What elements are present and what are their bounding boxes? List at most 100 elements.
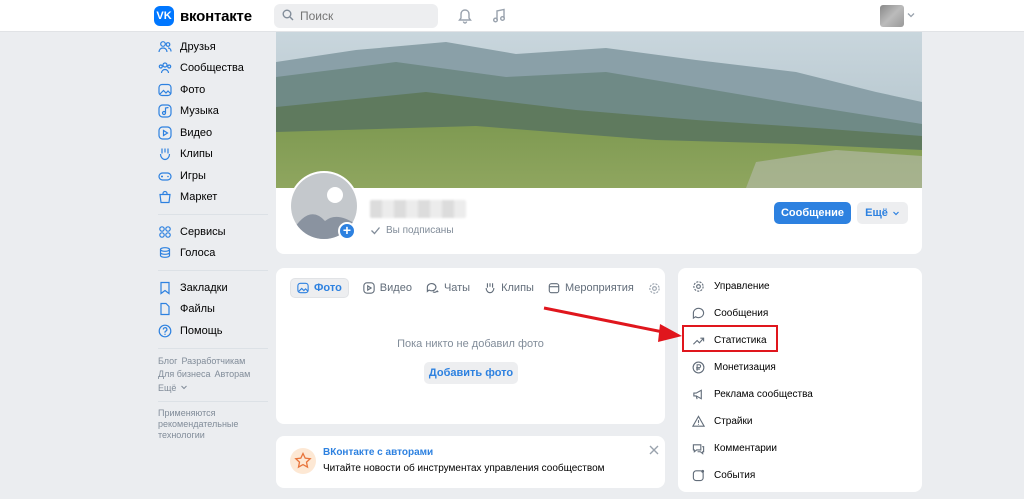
subscribed-label: Вы подписаны [386, 225, 454, 236]
search-input[interactable] [300, 9, 420, 23]
chevron-down-icon [181, 385, 188, 389]
recommendation-note[interactable]: Применяются рекомендательные технологии [158, 408, 268, 441]
megaphone-icon [693, 388, 702, 400]
more-button[interactable]: Ещё [857, 202, 908, 224]
sidebar-item-label: Файлы [180, 303, 215, 316]
sidebar-item-label: Фото [180, 83, 206, 96]
add-avatar-icon[interactable]: + [338, 222, 356, 240]
sidebar-item-label: Сервисы [180, 225, 226, 238]
chats-icon [426, 283, 439, 293]
footer-links: Блог Разработчикам Для бизнеса Авторам Ещё [158, 355, 268, 396]
reco-line: технологии [158, 430, 205, 440]
sidebar-item-communities[interactable]: Сообщества [158, 58, 268, 80]
tab-events[interactable]: Мероприятия [548, 278, 634, 298]
footer-link-business[interactable]: Для бизнеса [158, 369, 211, 379]
calendar-icon [548, 283, 560, 294]
sidebar-item-services[interactable]: Сервисы [158, 221, 268, 243]
menu-item-label: Комментарии [714, 442, 777, 454]
footer-more-label: Ещё [158, 382, 177, 393]
close-icon[interactable] [648, 444, 660, 456]
add-photo-button[interactable]: Добавить фото [424, 362, 518, 384]
sidebar-item-label: Помощь [180, 324, 223, 337]
menu-item-label: Управление [714, 280, 770, 292]
tab-label: Чаты [443, 282, 471, 294]
content-tabs: Фото Видео Чаты Клипы Мероприятия [290, 278, 661, 298]
menu-item-messages[interactable]: Сообщения [692, 304, 768, 322]
menu-item-management[interactable]: Управление [692, 277, 770, 295]
sidebar-item-market[interactable]: Маркет [158, 187, 268, 209]
sidebar-item-music[interactable]: Музыка [158, 101, 268, 123]
divider [158, 214, 268, 215]
menu-item-monetization[interactable]: Монетизация [692, 358, 776, 376]
promo-text: Читайте новости об инструментах управлен… [323, 463, 605, 474]
chevron-down-icon[interactable] [906, 9, 916, 19]
search-box[interactable] [274, 4, 438, 28]
ruble-icon [692, 361, 705, 373]
vk-logo-mark: VK [154, 6, 174, 26]
services-icon [159, 225, 171, 238]
star-icon [290, 448, 316, 474]
files-icon [160, 303, 170, 316]
reco-line: Применяются [158, 408, 216, 418]
message-button[interactable]: Сообщение [774, 202, 851, 224]
footer-link-developers[interactable]: Разработчикам [181, 356, 245, 366]
divider [158, 347, 268, 349]
menu-item-strikes[interactable]: Страйки [692, 412, 752, 430]
sidebar-item-games[interactable]: Игры [158, 165, 268, 187]
photo-icon [158, 83, 172, 96]
tabs-settings[interactable] [648, 278, 661, 298]
sidebar-item-clips[interactable]: Клипы [158, 144, 268, 166]
tab-label: Мероприятия [564, 282, 634, 294]
bell-icon[interactable] [456, 7, 474, 25]
check-icon [371, 227, 380, 235]
votes-icon [159, 247, 171, 259]
music-note-icon[interactable] [490, 7, 508, 25]
gear-icon [693, 280, 704, 292]
menu-item-label: Сообщения [714, 307, 769, 319]
menu-item-events[interactable]: События [692, 466, 755, 484]
footer-link-authors[interactable]: Авторам [215, 369, 251, 379]
reco-line: рекомендательные [158, 419, 239, 429]
left-navigation: Друзья Сообщества Фото Музыка Видео Клип… [158, 36, 268, 441]
sidebar-item-votes[interactable]: Голоса [158, 243, 268, 265]
divider [158, 270, 268, 271]
top-bar: VK вконтакте [0, 0, 1024, 32]
video-icon [363, 282, 375, 294]
market-icon [159, 191, 171, 204]
sidebar-item-video[interactable]: Видео [158, 122, 268, 144]
menu-item-comments[interactable]: Комментарии [692, 439, 777, 457]
games-icon [158, 172, 172, 181]
sidebar-item-label: Видео [180, 126, 213, 139]
music-icon [158, 104, 172, 118]
sidebar-item-friends[interactable]: Друзья [158, 36, 268, 58]
tab-photo[interactable]: Фото [290, 278, 349, 298]
tab-label: Видео [379, 282, 412, 294]
sidebar-item-label: Голоса [180, 247, 216, 260]
tab-chats[interactable]: Чаты [426, 278, 470, 298]
tab-video[interactable]: Видео [363, 278, 412, 298]
promo-title[interactable]: ВКонтакте с авторами [323, 447, 433, 458]
sidebar-item-photo[interactable]: Фото [158, 79, 268, 101]
sidebar-item-label: Друзья [180, 40, 216, 53]
footer-more[interactable]: Ещё [158, 382, 268, 396]
vk-logo[interactable]: VK вконтакте [154, 6, 252, 26]
footer-link-blog[interactable]: Блог [158, 356, 177, 366]
statistics-highlight-box [682, 325, 778, 352]
sidebar-item-label: Маркет [180, 191, 218, 204]
sidebar-item-label: Игры [180, 169, 206, 182]
communities-icon [158, 62, 172, 74]
chevron-down-icon [892, 211, 899, 216]
sidebar-item-files[interactable]: Файлы [158, 299, 268, 321]
user-avatar[interactable] [880, 5, 904, 27]
menu-item-advertising[interactable]: Реклама сообщества [692, 385, 813, 403]
sidebar-item-bookmarks[interactable]: Закладки [158, 277, 268, 299]
sidebar-item-help[interactable]: Помощь [158, 320, 268, 342]
photo-icon [297, 282, 309, 294]
message-icon [692, 307, 705, 319]
tab-clips[interactable]: Клипы [484, 278, 534, 298]
vk-logo-text: вконтакте [180, 7, 252, 25]
friends-icon [158, 40, 172, 52]
community-name-blurred [370, 200, 466, 218]
menu-item-label: Страйки [714, 415, 753, 427]
menu-item-label: Монетизация [714, 361, 776, 373]
